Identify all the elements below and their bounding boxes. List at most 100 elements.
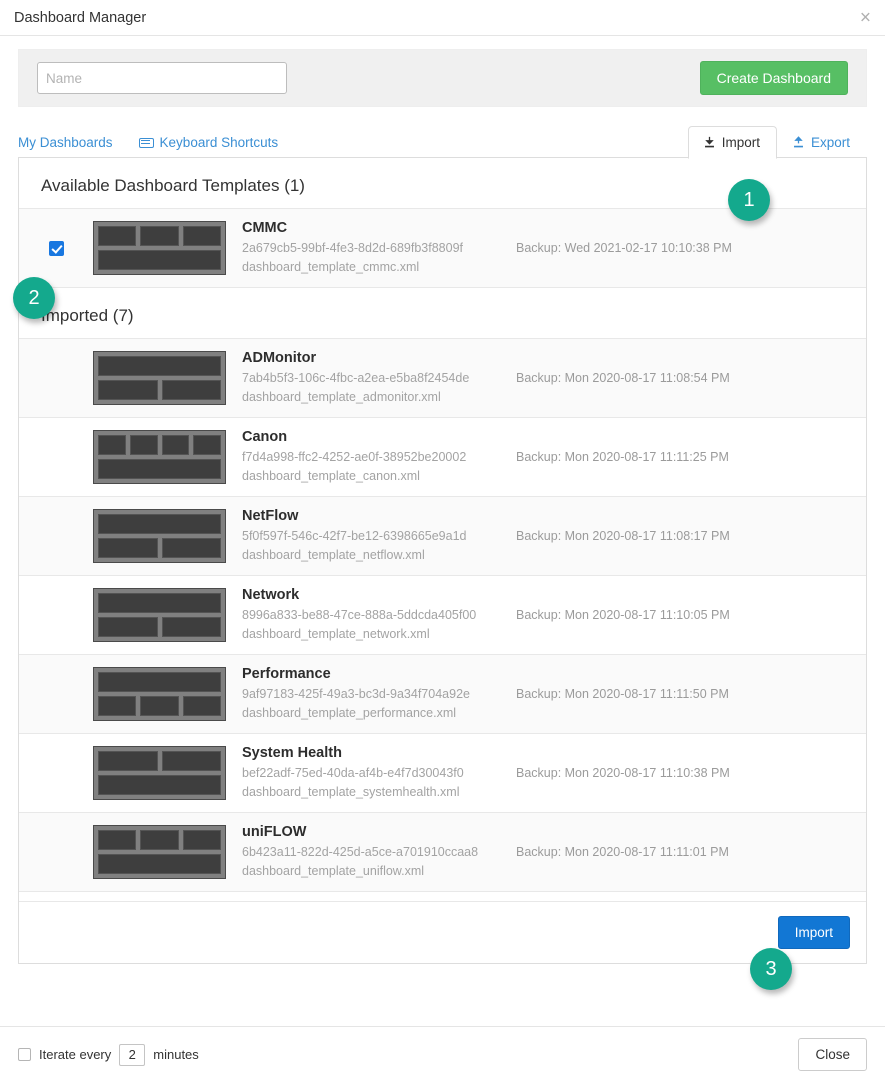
thumbnail-row [98,854,221,874]
thumbnail-cell [182,696,221,716]
template-thumbnail [93,667,226,721]
tab-bar: My Dashboards Keyboard Shortcuts Import … [18,125,867,159]
thumbnail-row [98,514,221,534]
template-name: ADMonitor [242,349,317,366]
template-name: uniFLOW [242,823,307,840]
iterate-checkbox[interactable] [18,1048,31,1061]
template-name: Network [242,586,300,603]
thumbnail-cell [98,617,158,637]
create-dashboard-button[interactable]: Create Dashboard [699,61,848,95]
thumbnail-cell [98,514,221,534]
template-row[interactable]: CMMC 2a679cb5-99bf-4fe3-8d2d-689fb3f8809f… [19,209,866,288]
template-thumbnail [93,430,226,484]
template-backup-timestamp: Backup: Mon 2020-08-17 11:10:05 PM [516,608,730,622]
template-backup-timestamp: Backup: Mon 2020-08-17 11:11:01 PM [516,845,729,859]
template-name: System Health [242,744,342,761]
thumbnail-cell [98,751,158,771]
thumbnail-cell [98,854,221,874]
iterate-minutes-input[interactable] [119,1043,146,1066]
template-uuid: 5f0f597f-546c-42f7-be12-6398665e9a1d [242,528,467,543]
close-icon[interactable]: × [860,8,871,27]
thumbnail-cell [182,226,221,246]
template-info: ADMonitor 7ab4b5f3-106c-4fbc-a2ea-e5ba8f2… [226,350,508,407]
template-row[interactable]: System Health bef22adf-75ed-40da-af4b-e4f… [19,734,866,813]
tab-right-group: Import Export [687,126,867,159]
imported-templates-list: ADMonitor 7ab4b5f3-106c-4fbc-a2ea-e5ba8f2… [19,338,866,892]
template-filename: dashboard_template_canon.xml [242,468,420,483]
tab-keyboard-shortcuts[interactable]: Keyboard Shortcuts [138,135,278,150]
imported-title: Imported (7) [41,306,134,325]
template-name: Performance [242,665,331,682]
thumbnail-cell [161,617,221,637]
template-uuid: 9af97183-425f-49a3-bc3d-9a34f704a92e [242,686,470,701]
thumbnail-cell [140,696,179,716]
template-checkbox-cell [19,240,93,256]
close-button[interactable]: Close [798,1038,867,1071]
tab-export-label: Export [810,135,850,150]
thumbnail-cell [98,830,137,850]
template-filename: dashboard_template_cmmc.xml [242,259,420,274]
template-info: Network 8996a833-be88-47ce-888a-5ddcda405… [226,587,508,644]
template-thumbnail [93,221,226,275]
thumbnail-cell [161,435,190,455]
modal-footer: Iterate every minutes Close [0,1026,885,1082]
iterate-suffix-label: minutes [153,1047,199,1062]
thumbnail-row [98,696,221,716]
dashboard-name-input[interactable] [37,62,287,94]
template-thumbnail [93,746,226,800]
template-row[interactable]: Canon f7d4a998-ffc2-4252-ae0f-38952be2000… [19,418,866,497]
thumbnail-cell [193,435,221,455]
step-badge-2: 2 [13,277,55,319]
thumbnail-cell [98,459,221,479]
thumbnail-cell [98,356,221,376]
panel-footer: Import [19,901,866,963]
template-uuid: 8996a833-be88-47ce-888a-5ddcda405f00 [242,607,477,622]
template-backup-timestamp: Backup: Mon 2020-08-17 11:11:25 PM [516,450,729,464]
template-backup-timestamp: Backup: Mon 2020-08-17 11:08:54 PM [516,371,730,385]
template-info: uniFLOW 6b423a11-822d-425d-a5ce-a701910cc… [226,824,508,881]
thumbnail-row [98,672,221,692]
template-uuid: 6b423a11-822d-425d-a5ce-a701910ccaa8 [242,844,479,859]
import-button[interactable]: Import [777,916,850,949]
template-row[interactable]: Performance 9af97183-425f-49a3-bc3d-9a34f… [19,655,866,734]
template-info: CMMC 2a679cb5-99bf-4fe3-8d2d-689fb3f8809f… [226,220,508,277]
step-badge-3: 3 [750,948,792,990]
import-panel: Available Dashboard Templates (1) CMMC 2a… [18,158,867,964]
template-uuid: bef22adf-75ed-40da-af4b-e4f7d30043f0 [242,765,464,780]
template-backup-timestamp: Backup: Mon 2020-08-17 11:11:50 PM [516,687,729,701]
thumbnail-cell [98,696,137,716]
tab-my-dashboards[interactable]: My Dashboards [18,135,113,150]
thumbnail-row [98,775,221,795]
thumbnail-cell [98,593,221,613]
iterate-prefix-label: Iterate every [39,1047,112,1062]
tab-left-group: My Dashboards Keyboard Shortcuts [18,135,278,157]
template-thumbnail [93,351,226,405]
thumbnail-row [98,435,221,455]
import-download-icon [704,136,714,148]
iterate-control: Iterate every minutes [18,1043,199,1066]
template-backup-timestamp: Backup: Mon 2020-08-17 11:10:38 PM [516,766,730,780]
template-row[interactable]: NetFlow 5f0f597f-546c-42f7-be12-6398665e9… [19,497,866,576]
tab-export[interactable]: Export [777,126,867,158]
template-row[interactable]: Network 8996a833-be88-47ce-888a-5ddcda405… [19,576,866,655]
thumbnail-cell [140,226,179,246]
thumbnail-cell [140,830,179,850]
thumbnail-row [98,617,221,637]
keyboard-icon [138,137,154,148]
template-select-checkbox[interactable] [48,240,64,256]
thumbnail-row [98,830,221,850]
available-templates-list: CMMC 2a679cb5-99bf-4fe3-8d2d-689fb3f8809f… [19,208,866,288]
template-backup-timestamp: Backup: Mon 2020-08-17 11:08:17 PM [516,529,730,543]
tab-import[interactable]: Import [687,126,777,159]
template-filename: dashboard_template_performance.xml [242,705,457,720]
thumbnail-cell [182,830,221,850]
template-uuid: f7d4a998-ffc2-4252-ae0f-38952be20002 [242,449,467,464]
template-row[interactable]: ADMonitor 7ab4b5f3-106c-4fbc-a2ea-e5ba8f2… [19,339,866,418]
page-title: Dashboard Manager [14,9,147,26]
thumbnail-cell [161,380,221,400]
thumbnail-cell [98,435,126,455]
thumbnail-cell [161,538,221,558]
thumbnail-cell [98,250,221,270]
template-row[interactable]: uniFLOW 6b423a11-822d-425d-a5ce-a701910cc… [19,813,866,892]
template-uuid: 2a679cb5-99bf-4fe3-8d2d-689fb3f8809f [242,240,464,255]
